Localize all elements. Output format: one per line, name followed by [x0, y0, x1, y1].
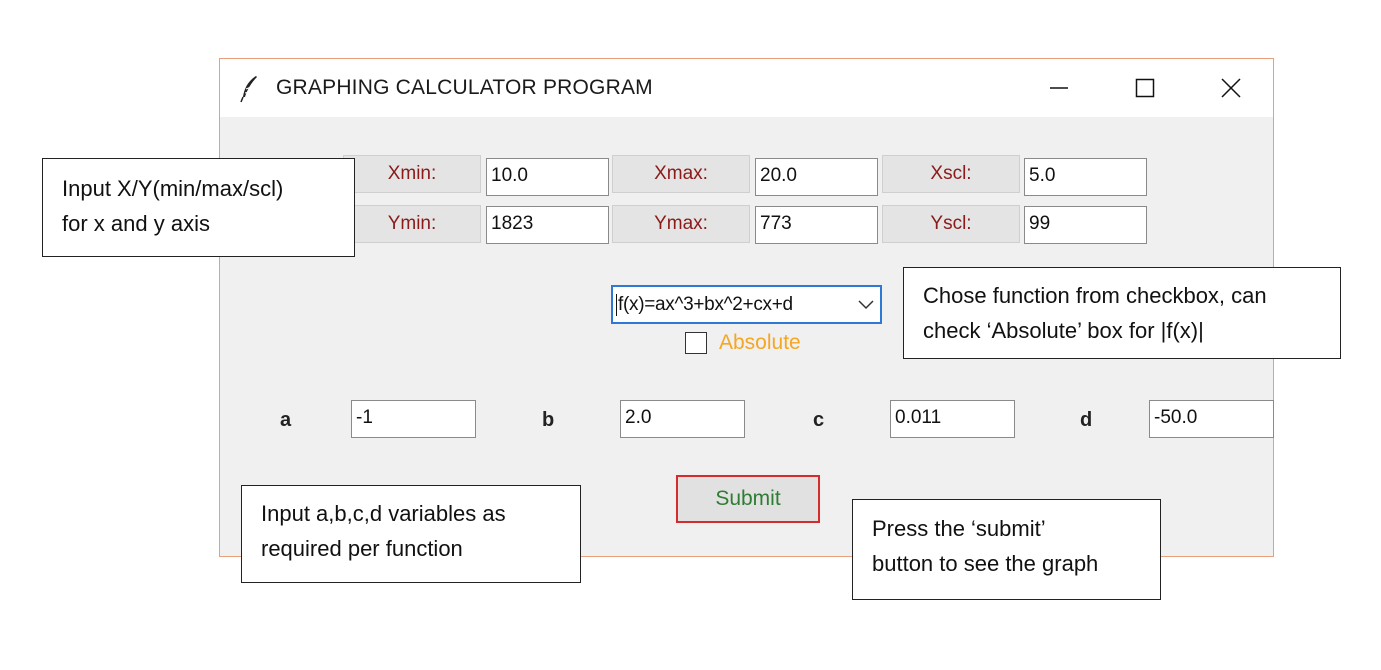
axis-callout: Input X/Y(min/max/scl) for x and y axis	[42, 158, 355, 257]
maximize-button[interactable]	[1102, 59, 1188, 117]
variable-d-label: d	[1080, 409, 1093, 431]
callout-line: button to see the graph	[872, 551, 1099, 576]
xmax-input[interactable]: 20.0	[755, 158, 878, 196]
callout-line: Press the ‘submit’	[872, 516, 1046, 541]
ymax-input[interactable]: 773	[755, 206, 878, 244]
feather-icon	[240, 76, 257, 103]
absolute-checkbox[interactable]	[685, 332, 707, 354]
callout-line: Input a,b,c,d variables as	[261, 501, 506, 526]
xscl-input[interactable]: 5.0	[1024, 158, 1147, 196]
submit-button[interactable]: Submit	[676, 475, 820, 523]
variables-callout: Input a,b,c,d variables as required per …	[241, 485, 581, 583]
yscl-label: Yscl:	[882, 205, 1020, 243]
xscl-label: Xscl:	[882, 155, 1020, 193]
function-callout: Chose function from checkbox, can check …	[903, 267, 1341, 359]
maximize-icon	[1135, 78, 1155, 98]
variable-d-input[interactable]: -50.0	[1149, 400, 1274, 438]
ymax-label: Ymax:	[612, 205, 750, 243]
variable-b-input[interactable]: 2.0	[620, 400, 745, 438]
close-icon	[1221, 78, 1241, 98]
yscl-input[interactable]: 99	[1024, 206, 1147, 244]
ymin-label: Ymin:	[343, 205, 481, 243]
xmin-input[interactable]: 10.0	[486, 158, 609, 196]
ymin-input[interactable]: 1823	[486, 206, 609, 244]
text-caret	[616, 294, 617, 316]
callout-line: Chose function from checkbox, can	[923, 283, 1267, 308]
function-select[interactable]: f(x)=ax^3+bx^2+cx+d	[611, 285, 882, 324]
absolute-label[interactable]: Absolute	[719, 331, 801, 355]
callout-line: for x and y axis	[62, 211, 210, 236]
variable-a-input[interactable]: -1	[351, 400, 476, 438]
title-bar[interactable]: GRAPHING CALCULATOR PROGRAM	[220, 59, 1273, 117]
submit-callout: Press the ‘submit’ button to see the gra…	[852, 499, 1161, 600]
variable-b-label: b	[542, 409, 555, 431]
callout-line: check ‘Absolute’ box for |f(x)|	[923, 318, 1204, 343]
function-select-value: f(x)=ax^3+bx^2+cx+d	[618, 294, 793, 315]
callout-line: Input X/Y(min/max/scl)	[62, 176, 284, 201]
xmax-label: Xmax:	[612, 155, 750, 193]
callout-line: required per function	[261, 536, 463, 561]
variable-c-input[interactable]: 0.011	[890, 400, 1015, 438]
variable-a-label: a	[280, 409, 292, 431]
window-title: GRAPHING CALCULATOR PROGRAM	[276, 76, 653, 99]
minimize-icon	[1050, 87, 1068, 89]
minimize-button[interactable]	[1016, 59, 1102, 117]
xmin-label: Xmin:	[343, 155, 481, 193]
chevron-down-icon	[858, 300, 874, 310]
variable-c-label: c	[813, 409, 825, 431]
close-button[interactable]	[1188, 59, 1274, 117]
